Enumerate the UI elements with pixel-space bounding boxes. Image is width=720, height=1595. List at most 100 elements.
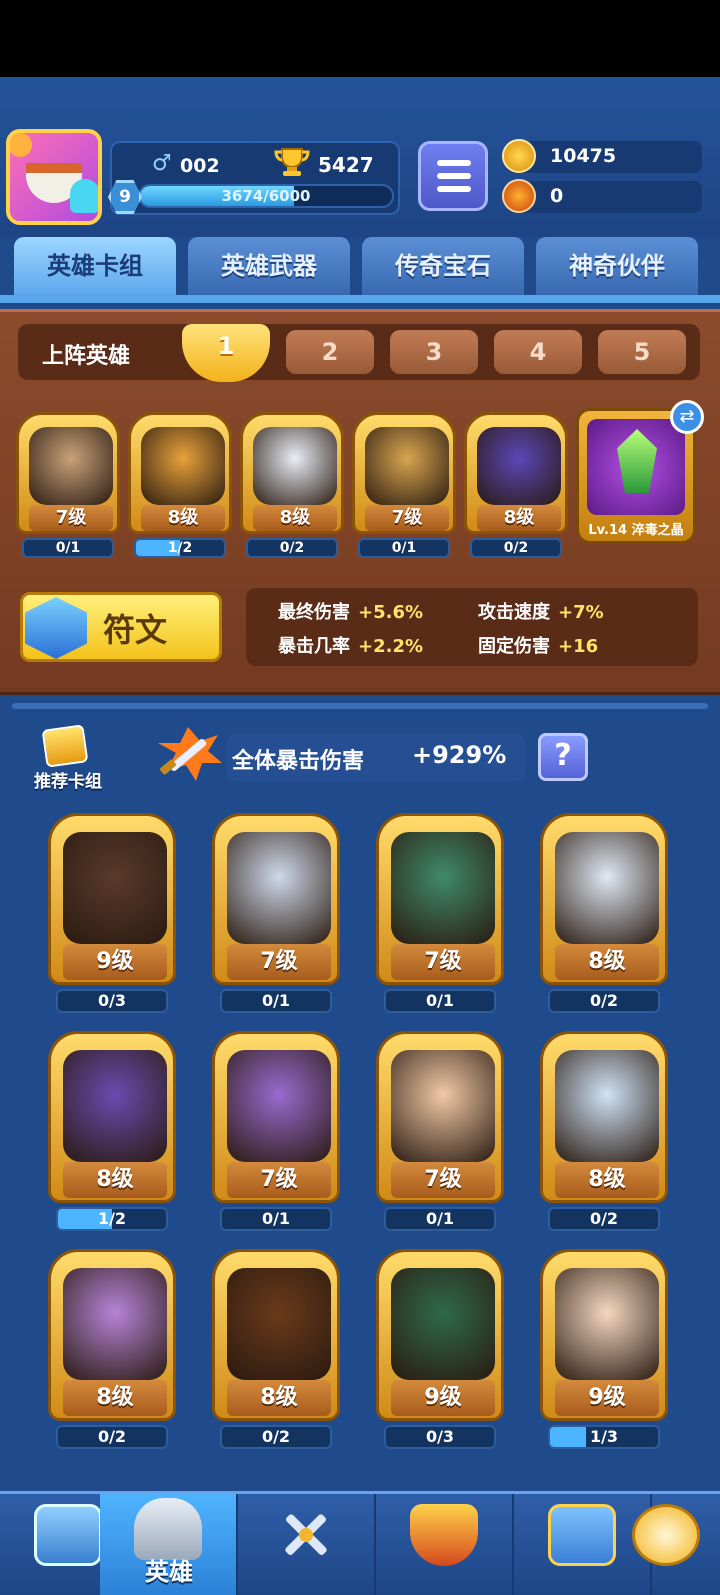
hero-level: 9级 <box>555 1380 659 1416</box>
hero-portrait <box>391 1268 495 1380</box>
hero-card-count: 0/3 <box>56 989 168 1013</box>
hero-portrait <box>555 1268 659 1380</box>
deck-button-4[interactable]: 4 <box>494 330 582 374</box>
hero-level: 7级 <box>227 944 331 980</box>
profile-header: ♂ 002 5427 3674/6000 9 10475 0 <box>0 77 720 237</box>
hero-card[interactable]: 9级 1/3 <box>540 1249 668 1449</box>
menu-button[interactable] <box>418 141 488 211</box>
hero-card[interactable]: 7级 0/1 <box>212 813 340 1013</box>
stat-value: +16 <box>558 636 599 657</box>
menu-line <box>437 173 471 179</box>
hero-card-count: 0/1 <box>22 538 114 558</box>
gold-counter[interactable]: 10475 <box>502 139 702 173</box>
deck-button-1[interactable]: 1 <box>182 324 270 382</box>
hero-card-count: 0/1 <box>384 989 496 1013</box>
rune-stat: 固定伤害 +16 <box>478 632 598 658</box>
tab-hero-deck[interactable]: 英雄卡组 <box>14 237 176 297</box>
hero-card[interactable]: 7级 0/1 <box>16 412 120 562</box>
hero-card[interactable]: 7级 0/1 <box>376 813 504 1013</box>
recommend-deck-button[interactable]: 推荐卡组 <box>26 724 110 792</box>
sword-icon <box>158 727 222 781</box>
trophy-count: 5427 <box>318 153 374 177</box>
hero-frame: 8级 <box>240 412 344 534</box>
card-count-text: 0/1 <box>261 1209 291 1228</box>
swap-icon[interactable]: ⇄ <box>670 400 704 434</box>
nav-battle[interactable] <box>238 1494 376 1595</box>
hero-card[interactable]: 7级 0/1 <box>352 412 456 562</box>
hero-level: 8级 <box>555 944 659 980</box>
tab-magic-partners[interactable]: 神奇伙伴 <box>536 237 698 297</box>
skull-icon <box>10 133 32 157</box>
deck-button-5[interactable]: 5 <box>598 330 686 374</box>
hero-frame: 8级 <box>212 1249 340 1421</box>
card-count-text: 0/1 <box>425 1209 455 1228</box>
help-button[interactable]: ? <box>538 733 588 781</box>
recommend-label: 推荐卡组 <box>34 772 102 792</box>
stat-name: 最终伤害 <box>278 602 350 623</box>
hero-card-count: 0/1 <box>220 1207 332 1231</box>
card-count-text: 0/3 <box>97 991 127 1010</box>
tab-legend-gems[interactable]: 传奇宝石 <box>362 237 524 297</box>
crossed-swords-icon <box>285 1514 327 1555</box>
rune-button[interactable]: 符文 <box>20 592 222 662</box>
hero-card[interactable]: 7级 0/1 <box>376 1031 504 1231</box>
tab-hero-weapons[interactable]: 英雄武器 <box>188 237 350 297</box>
hero-portrait <box>253 427 337 505</box>
hero-frame: 7级 <box>16 412 120 534</box>
deck-button-2[interactable]: 2 <box>286 330 374 374</box>
card-count-text: 0/2 <box>97 1427 127 1446</box>
hero-portrait <box>477 427 561 505</box>
hero-card[interactable]: 8级 1/2 <box>48 1031 176 1231</box>
rune-stat: 最终伤害 +5.6% <box>278 598 423 624</box>
hero-level: 8级 <box>141 505 225 531</box>
hero-portrait <box>555 832 659 944</box>
hero-frame: 9级 <box>540 1249 668 1421</box>
card-count-text: 0/2 <box>589 1209 619 1228</box>
hero-card[interactable]: 8级 0/2 <box>48 1249 176 1449</box>
gem-counter[interactable]: 0 <box>502 179 702 213</box>
hero-frame: 9级 <box>376 1249 504 1421</box>
hero-card[interactable]: 8级 0/2 <box>540 813 668 1013</box>
hero-frame: 9级 <box>48 813 176 985</box>
hero-card[interactable]: 8级 1/2 <box>128 412 232 562</box>
hero-card[interactable]: 9级 0/3 <box>48 813 176 1013</box>
card-count-text: 0/1 <box>261 991 291 1010</box>
deck-button-3[interactable]: 3 <box>390 330 478 374</box>
hero-card[interactable]: 8级 0/2 <box>240 412 344 562</box>
hero-level: 8级 <box>63 1380 167 1416</box>
player-id: 002 <box>180 155 220 177</box>
nav-heroes[interactable]: 英雄 <box>100 1494 238 1595</box>
card-count-text: 0/1 <box>425 991 455 1010</box>
hero-level: 9级 <box>391 1380 495 1416</box>
card-count-text: 0/3 <box>425 1427 455 1446</box>
hero-card-count: 0/2 <box>470 538 562 558</box>
friends-icon <box>548 1504 616 1566</box>
hero-card[interactable]: 7级 0/1 <box>212 1031 340 1231</box>
hero-card-count: 0/2 <box>246 538 338 558</box>
tab-underline <box>0 295 720 303</box>
player-avatar[interactable] <box>6 129 102 225</box>
card-count-text: 1/2 <box>97 1209 127 1228</box>
nav-guild[interactable] <box>376 1494 514 1595</box>
crystal-icon <box>617 429 657 493</box>
rune-label: 符文 <box>103 611 168 649</box>
xp-bar: 3674/6000 <box>138 184 394 208</box>
card-count-text: 0/2 <box>261 1427 291 1446</box>
hero-frame: 8级 <box>540 813 668 985</box>
card-count-text: 0/1 <box>55 540 81 556</box>
hero-level: 9级 <box>63 944 167 980</box>
hero-card[interactable]: 8级 0/2 <box>540 1031 668 1231</box>
hero-card[interactable]: 9级 0/3 <box>376 1249 504 1449</box>
hero-level: 7级 <box>391 944 495 980</box>
hero-portrait <box>141 427 225 505</box>
nav-friends[interactable] <box>514 1494 652 1595</box>
hero-card-count: 1/2 <box>56 1207 168 1231</box>
hero-level: 7级 <box>391 1162 495 1198</box>
hero-card[interactable]: 8级 0/2 <box>212 1249 340 1449</box>
hero-frame: 8级 <box>128 412 232 534</box>
fire-gem-icon <box>502 179 536 213</box>
nav-explore[interactable] <box>632 1494 720 1595</box>
hero-card[interactable]: 8级 0/2 <box>464 412 568 562</box>
compass-icon <box>632 1504 700 1566</box>
rune-stats: 最终伤害 +5.6% 攻击速度 +7% 暴击几率 +2.2% 固定伤害 +16 <box>246 588 698 666</box>
